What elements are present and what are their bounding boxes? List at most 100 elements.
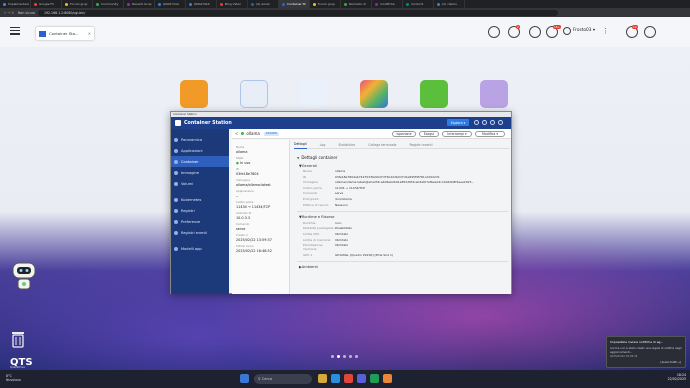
detail-tab[interactable]: Collega terminale — [368, 141, 396, 149]
info-label: Immagine — [236, 178, 251, 183]
menu-icon[interactable] — [10, 27, 20, 35]
detail-key: Immagine — [303, 180, 319, 185]
sidebar-item[interactable]: Registri — [171, 205, 229, 216]
browser-tab[interactable]: Implementare — [0, 0, 31, 8]
browser-tab[interactable]: QNAP Club — [155, 0, 186, 8]
settings-icon[interactable] — [474, 120, 479, 125]
generali-title[interactable]: ▼ Generali — [299, 164, 508, 168]
back-forward-icons[interactable]: ← → ↻ — [4, 11, 14, 15]
app-icon[interactable] — [370, 374, 379, 383]
windows-start-icon[interactable] — [240, 374, 249, 383]
detail-row: Immagine ollama/ollama:latest@sha256:a2b8… — [303, 180, 508, 184]
app-center-icon[interactable] — [360, 80, 388, 108]
browser-tab[interactable]: Blog Video — [217, 0, 248, 8]
browser-tab[interactable]: modifiche — [372, 0, 403, 8]
sidebar-item[interactable]: Preferenze — [171, 216, 229, 227]
taskbar-clock[interactable]: 18:24 22/02/2025 — [664, 373, 686, 381]
browser-tab[interactable]: Recenti Grup — [124, 0, 155, 8]
detail-key: Runtime — [303, 220, 316, 225]
sidebar-item[interactable]: Panoramica — [171, 134, 229, 145]
stop-button[interactable]: Interrompi ▾ — [442, 131, 472, 137]
info-label: ID — [236, 167, 239, 172]
more-icon[interactable] — [498, 120, 503, 125]
user-avatar-icon[interactable] — [563, 27, 571, 35]
hybrid-backup-icon[interactable] — [480, 80, 508, 108]
detail-tab[interactable]: Registri eventi — [409, 141, 432, 149]
qts-assistant-robot-icon[interactable] — [9, 260, 39, 294]
browser-tab[interactable]: Google Fri — [31, 0, 62, 8]
browser-tab[interactable]: modul R — [403, 0, 434, 8]
detail-row: Nome ollama — [303, 169, 508, 173]
notification-icon[interactable] — [482, 120, 487, 125]
storage-icon[interactable] — [240, 80, 268, 108]
inspect-button[interactable]: Ispezione — [392, 131, 416, 137]
browser-tab[interactable]: Forum grup — [62, 0, 93, 8]
dock-dot[interactable] — [331, 355, 334, 358]
browser-tab-label: Google Fri — [39, 2, 55, 6]
sidebar-item[interactable]: Modelli app — [171, 243, 229, 254]
stop-chevron-icon: ▾ — [465, 132, 467, 136]
edit-button[interactable]: Modifica ▾ — [475, 131, 505, 137]
browser-tab[interactable]: (4) email — [248, 0, 279, 8]
file-station-icon[interactable] — [180, 80, 208, 108]
dock-dot-active[interactable] — [337, 355, 340, 358]
search-icon[interactable] — [488, 26, 500, 38]
toast-action-link[interactable]: [Avvisi tratti →] — [661, 360, 681, 364]
file-explorer-icon[interactable] — [318, 374, 327, 383]
recycle-bin-icon[interactable] — [11, 330, 25, 348]
close-icon[interactable]: ✕ — [88, 31, 91, 36]
detail-key: Inoltro porta — [303, 185, 322, 190]
help-center-icon[interactable] — [420, 80, 448, 108]
tab-favicon-icon — [220, 2, 223, 6]
info-value: -- — [236, 193, 239, 198]
browser-tab[interactable]: QNAP NAS — [186, 0, 217, 8]
browser-tab-label: QNAP NAS — [194, 2, 210, 6]
browser-tab[interactable]: forum grup — [310, 0, 341, 8]
teams-icon[interactable] — [357, 374, 366, 383]
detail-tab[interactable]: Dettagli — [294, 141, 307, 149]
myqnapcloud-icon[interactable] — [300, 80, 328, 108]
sidebar-item[interactable]: Registri eventi — [171, 227, 229, 238]
explore-button[interactable]: Esplora ▾ — [447, 119, 469, 126]
container-station-logo-icon — [175, 120, 181, 126]
browser-tab[interactable]: Remodio di — [341, 0, 372, 8]
user-menu[interactable]: Frosto03 ▾ — [573, 28, 595, 33]
chrome-icon[interactable] — [344, 374, 353, 383]
back-icon[interactable]: < — [235, 131, 238, 136]
browser-tab-label: forum grup — [318, 2, 335, 6]
detail-tab[interactable]: Statistiche — [338, 141, 355, 149]
security-warning[interactable]: Non sicuro — [18, 11, 35, 15]
resource-monitor-icon[interactable] — [644, 26, 656, 38]
more-options-icon[interactable]: ⋮ — [602, 27, 609, 35]
detail-tab[interactable]: Log — [320, 141, 326, 149]
edge-icon[interactable] — [331, 374, 340, 383]
taskbar-search[interactable]: ⚲ Cerca — [254, 374, 312, 384]
weather-widget[interactable]: 8°C Nuvoloso — [6, 374, 21, 382]
details-section-title[interactable]: ▼ Dettagli container — [297, 155, 508, 160]
sidebar-item[interactable]: Applicazioni — [171, 145, 229, 156]
app-icon[interactable] — [383, 374, 392, 383]
sidebar-item[interactable]: Kubernetes — [171, 194, 229, 205]
sidebar-item[interactable]: Container — [171, 156, 229, 167]
execute-button[interactable]: Esegui — [419, 131, 439, 137]
url-field[interactable]: 192.168.1.2:8080/cgi-bin/ — [37, 9, 558, 16]
clock-date: 22/02/2025 — [667, 377, 686, 381]
runtime-title[interactable]: ▼ Runtime e Risorse — [299, 215, 508, 219]
ambienti-title[interactable]: ▶ Ambienti — [299, 265, 508, 269]
detail-value: GP106GL [Quadro P2200] (PCIe Slot 1) — [335, 252, 394, 257]
info-icon[interactable] — [490, 120, 495, 125]
browser-tab[interactable]: Container St — [279, 0, 310, 8]
dock-dot[interactable] — [349, 355, 352, 358]
sidebar-item-icon — [174, 148, 178, 153]
external-devices-icon[interactable] — [529, 26, 541, 38]
sidebar-item[interactable]: Volumi — [171, 178, 229, 189]
dock-dot[interactable] — [355, 355, 358, 358]
detail-row: Limite di memoria Illimitato — [303, 238, 508, 242]
notification-toast[interactable]: Impossibile inviare notifiche di ag... A… — [606, 336, 686, 368]
browser-tab[interactable]: (2) claims — [434, 0, 465, 8]
sidebar-item[interactable]: Immagine — [171, 167, 229, 178]
dock-dot[interactable] — [343, 355, 346, 358]
open-app-chip[interactable]: Container Sta... ✕ — [36, 27, 94, 40]
app-chip-label: Container Sta... — [49, 31, 79, 36]
browser-tab[interactable]: Community — [93, 0, 124, 8]
